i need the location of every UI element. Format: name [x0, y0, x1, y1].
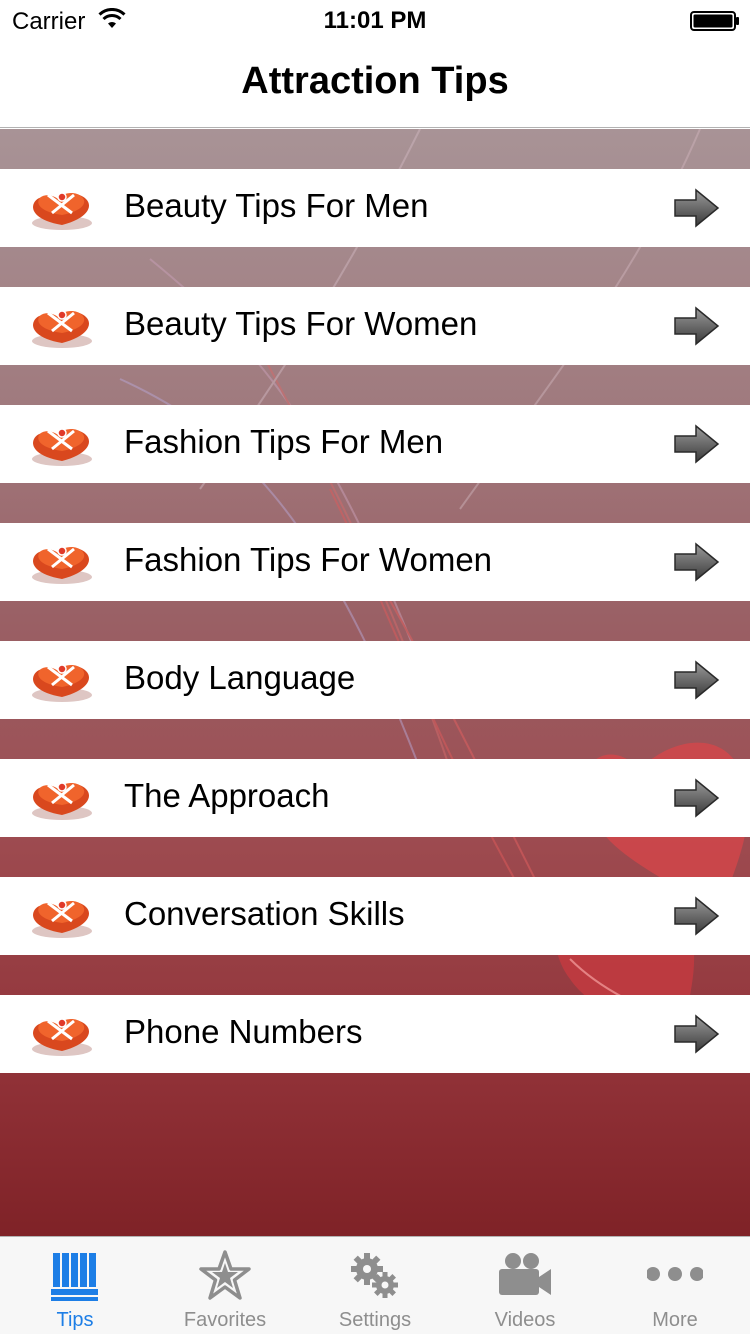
video-camera-icon	[499, 1253, 551, 1295]
tab-label: Tips	[56, 1309, 94, 1331]
list-item[interactable]: Phone Numbers	[0, 995, 750, 1073]
list-item-label: The Approach	[124, 777, 330, 814]
tips-list-area[interactable]: Beauty Tips For Men Beauty Tips For Wome…	[0, 129, 750, 1236]
arrow-right-icon[interactable]	[672, 424, 720, 464]
heart-gift-box-icon	[32, 782, 92, 820]
tab-label: Videos	[494, 1309, 556, 1331]
list-item-label: Phone Numbers	[124, 1013, 363, 1050]
tab-label: More	[652, 1309, 698, 1331]
heart-gift-box-icon	[32, 1018, 92, 1056]
list-item-label: Beauty Tips For Women	[124, 305, 478, 342]
heart-gift-box-icon	[32, 310, 92, 348]
arrow-right-icon[interactable]	[672, 660, 720, 700]
list-item[interactable]: Beauty Tips For Women	[0, 287, 750, 365]
heart-gift-box-icon	[32, 900, 92, 938]
list-item-label: Beauty Tips For Men	[124, 187, 429, 224]
list-item[interactable]: Fashion Tips For Women	[0, 523, 750, 601]
heart-gift-box-icon	[32, 192, 92, 230]
tab-label: Settings	[338, 1309, 412, 1331]
more-dots-icon	[647, 1267, 703, 1281]
tab-videos[interactable]: Videos	[450, 1237, 600, 1334]
arrow-right-icon[interactable]	[672, 306, 720, 346]
list-item[interactable]: Conversation Skills	[0, 877, 750, 955]
battery-icon	[690, 11, 739, 31]
gears-icon	[351, 1253, 398, 1298]
heart-gift-box-icon	[32, 546, 92, 584]
list-item[interactable]: The Approach	[0, 759, 750, 837]
star-icon	[199, 1250, 251, 1300]
tab-bar: Tips Favorites Settings Videos More	[0, 1236, 750, 1334]
list-item[interactable]: Body Language	[0, 641, 750, 719]
tab-favorites[interactable]: Favorites	[150, 1237, 300, 1334]
arrow-right-icon[interactable]	[672, 542, 720, 582]
arrow-right-icon[interactable]	[672, 778, 720, 818]
navigation-bar: Attraction Tips	[0, 40, 750, 128]
arrow-right-icon[interactable]	[672, 896, 720, 936]
list-item-label: Body Language	[124, 659, 356, 696]
arrow-right-icon[interactable]	[672, 188, 720, 228]
tab-tips[interactable]: Tips	[0, 1237, 150, 1334]
status-bar: Carrier 11:01 PM	[0, 0, 750, 40]
list-item[interactable]: Fashion Tips For Men	[0, 405, 750, 483]
tab-settings[interactable]: Settings	[300, 1237, 450, 1334]
list-item-label: Fashion Tips For Men	[124, 423, 444, 460]
heart-gift-box-icon	[32, 428, 92, 466]
status-time: 11:01 PM	[323, 7, 427, 34]
list-item[interactable]: Beauty Tips For Men	[0, 169, 750, 247]
list-item-label: Fashion Tips For Women	[124, 541, 493, 578]
books-icon	[51, 1253, 98, 1301]
heart-gift-box-icon	[32, 664, 92, 702]
list-item-label: Conversation Skills	[124, 895, 405, 932]
arrow-right-icon[interactable]	[672, 1014, 720, 1054]
tab-more[interactable]: More	[600, 1237, 750, 1334]
tab-label: Favorites	[183, 1309, 267, 1331]
page-title: Attraction Tips	[241, 60, 509, 102]
